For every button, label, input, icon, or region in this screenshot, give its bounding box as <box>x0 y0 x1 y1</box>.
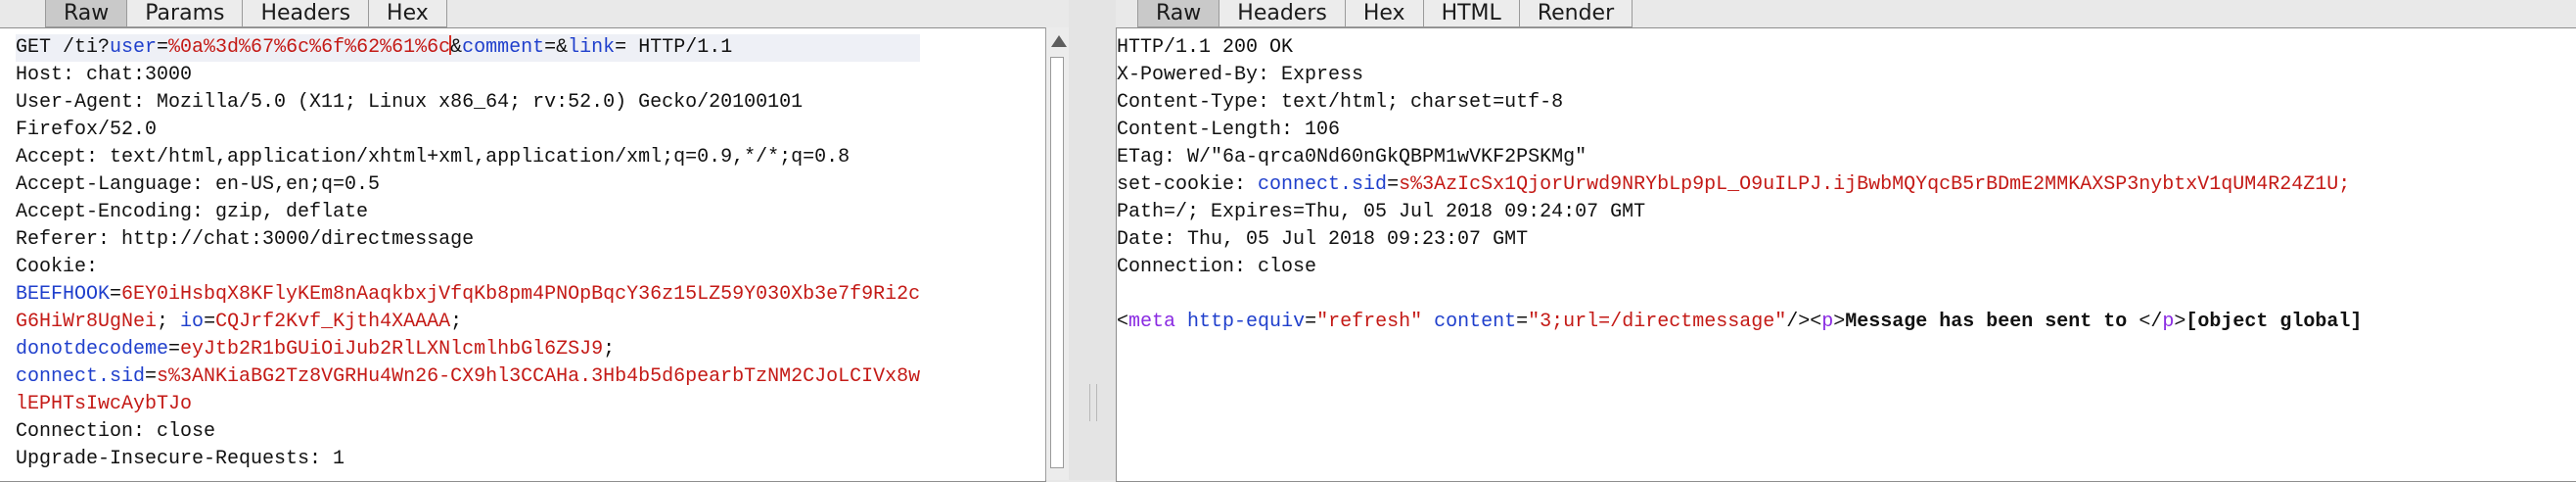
header-referer: Referer: http://chat:3000/directmessage <box>16 228 475 251</box>
cookie-value: G6HiWr8UgNei <box>16 311 158 333</box>
html-punct: />< <box>1786 311 1822 333</box>
request-tab-bar: Raw Params Headers Hex <box>45 0 447 27</box>
scroll-up-arrow-icon[interactable] <box>1051 35 1067 47</box>
cookie-value: CQJrf2Kvf_Kjth4XAAAA <box>215 311 451 333</box>
html-attr-value: "3;url=/directmessage" <box>1528 311 1787 333</box>
cookie-sep: ; <box>157 311 181 333</box>
split-pane-divider[interactable] <box>1069 0 1116 480</box>
request-method: GET /ti? <box>16 36 111 59</box>
scroll-thumb[interactable] <box>1050 57 1064 468</box>
request-line: GET /ti?user=%0a%3d%67%6c%6f%62%61%6c&co… <box>16 34 921 62</box>
html-punct: = <box>1516 311 1529 333</box>
html-space <box>1422 311 1434 333</box>
divider-grip-icon[interactable] <box>1089 384 1097 421</box>
tab-response-hex[interactable]: Hex <box>1345 0 1424 27</box>
set-cookie-label: set-cookie: <box>1117 173 1259 196</box>
cookie-value: s%3ANKiaBG2Tz8VGRHu4Wn26-CX9hl3CCAHa.3Hb… <box>157 365 921 388</box>
header-set-cookie-path: Path=/; Expires=Thu, 05 Jul 2018 09:24:0… <box>1117 201 1646 223</box>
cookie-beefhook-cont-line: G6HiWr8UgNei; io=CQJrf2Kvf_Kjth4XAAAA; <box>16 309 920 336</box>
response-pane: Raw Headers Hex HTML Render HTTP/1.1 200… <box>1116 0 2576 482</box>
tab-response-render[interactable]: Render <box>1519 0 1633 27</box>
header-date: Date: Thu, 05 Jul 2018 09:23:07 GMT <box>1117 228 1529 251</box>
response-tab-bar: Raw Headers Hex HTML Render <box>1137 0 1633 27</box>
cookie-name: BEEFHOOK <box>16 283 111 306</box>
header-content-type: Content-Type: text/html; charset=utf-8 <box>1117 91 1564 114</box>
param-user-value: %0a%3d%67%6c%6f%62%61%6c <box>168 36 451 59</box>
header-accept-language: Accept-Language: en-US,en;q=0.5 <box>16 173 381 196</box>
tab-request-raw[interactable]: Raw <box>45 0 128 27</box>
header-accept: Accept: text/html,application/xhtml+xml,… <box>16 146 851 169</box>
header-connection: Connection: close <box>16 420 216 443</box>
html-attr-name: http-equiv <box>1187 311 1306 333</box>
header-cookie-label: Cookie: <box>16 256 99 278</box>
html-tag-p: p <box>1821 311 1834 333</box>
html-punct: = <box>1305 311 1317 333</box>
header-accept-encoding: Accept-Encoding: gzip, deflate <box>16 201 369 223</box>
cookie-name: io <box>180 311 205 333</box>
html-tag-p: p <box>2162 311 2175 333</box>
response-text[interactable]: HTTP/1.1 200 OK X-Powered-By: Express Cont… <box>1117 34 2362 336</box>
cookie-connect-sid-cont-line: lEPHTsIwcAybTJo <box>16 391 920 418</box>
html-punct: < <box>1117 311 1129 333</box>
header-host: Host: chat:3000 <box>16 64 193 86</box>
param-eq: = <box>157 36 169 59</box>
header-etag: ETag: W/"6a-qrca0Nd60nGkQBPM1wVKF2PSKMg" <box>1117 146 1587 169</box>
request-protocol: HTTP/1.1 <box>626 36 733 59</box>
html-attr-value: "refresh" <box>1316 311 1423 333</box>
tab-response-headers[interactable]: Headers <box>1219 0 1346 27</box>
cookie-value: 6EY0iHsbqX8KFlyKEm8nAaqkbxjVfqKb8pm4PNOp… <box>121 283 921 306</box>
cookie-value: s%3AzIcSx1QjorUrwd9NRYbLp9pL_O9uILPJ.ijB… <box>1399 173 2351 196</box>
param-sep: & <box>450 36 463 59</box>
response-body: <meta http-equiv="refresh" content="3;ur… <box>1117 309 2362 336</box>
request-editor[interactable]: GET /ti?user=%0a%3d%67%6c%6f%62%61%6c&co… <box>0 27 1046 482</box>
header-user-agent: User-Agent: Mozilla/5.0 (X11; Linux x86_… <box>16 91 804 114</box>
html-punct: </ <box>2139 311 2163 333</box>
request-pane: Raw Params Headers Hex GET /ti?user=%0a%… <box>0 0 1070 482</box>
param-link-name: link <box>568 36 616 59</box>
request-scrollbar[interactable] <box>1045 27 1070 480</box>
html-space <box>1175 311 1187 333</box>
cookie-value: eyJtb2R1bGUiOiJub2RlLXNlcmlhbGl6ZSJ9 <box>180 338 604 361</box>
request-text[interactable]: GET /ti?user=%0a%3d%67%6c%6f%62%61%6c&co… <box>16 34 921 473</box>
cookie-eq: = <box>110 283 122 306</box>
header-user-agent-cont: Firefox/52.0 <box>16 119 158 141</box>
param-eq: = <box>544 36 557 59</box>
cookie-eq: = <box>168 338 181 361</box>
header-set-cookie: set-cookie: connect.sid=s%3AzIcSx1QjorUr… <box>1117 171 2362 199</box>
cookie-name: connect.sid <box>16 365 146 388</box>
body-text-object-global: [object global] <box>2185 311 2363 333</box>
header-upgrade-insecure: Upgrade-Insecure-Requests: 1 <box>16 448 345 470</box>
html-punct: > <box>1833 311 1846 333</box>
header-x-powered-by: X-Powered-By: Express <box>1117 64 1364 86</box>
cookie-value: lEPHTsIwcAybTJo <box>16 393 193 415</box>
tab-request-params[interactable]: Params <box>127 0 244 27</box>
header-connection: Connection: close <box>1117 256 1317 278</box>
html-tag-meta: meta <box>1128 311 1176 333</box>
cookie-sep: ; <box>450 311 463 333</box>
body-text: Message has been sent to <box>1845 311 2139 333</box>
cookie-eq: = <box>1387 173 1400 196</box>
cookie-beefhook-line: BEEFHOOK=6EY0iHsbqX8KFlyKEm8nAaqkbxjVfqK… <box>16 281 920 309</box>
cookie-connect-sid-line: connect.sid=s%3ANKiaBG2Tz8VGRHu4Wn26-CX9… <box>16 363 920 391</box>
header-content-length: Content-Length: 106 <box>1117 119 1341 141</box>
cookie-sep: ; <box>603 338 616 361</box>
tab-response-html[interactable]: HTML <box>1423 0 1520 27</box>
cookie-name: connect.sid <box>1258 173 1388 196</box>
tab-response-raw[interactable]: Raw <box>1137 0 1220 27</box>
cookie-eq: = <box>145 365 158 388</box>
cookie-donotdecodeme-line: donotdecodeme=eyJtb2R1bGUiOiJub2RlLXNlcm… <box>16 336 920 363</box>
cookie-eq: = <box>204 311 216 333</box>
html-attr-name: content <box>1434 311 1517 333</box>
param-user-name: user <box>110 36 158 59</box>
param-comment-name: comment <box>462 36 545 59</box>
tab-request-headers[interactable]: Headers <box>243 0 370 27</box>
param-eq: = <box>615 36 627 59</box>
cookie-name: donotdecodeme <box>16 338 169 361</box>
tab-request-hex[interactable]: Hex <box>369 0 447 27</box>
param-sep: & <box>556 36 569 59</box>
html-punct: > <box>2174 311 2186 333</box>
response-status-line: HTTP/1.1 200 OK <box>1117 36 1294 59</box>
response-editor[interactable]: HTTP/1.1 200 OK X-Powered-By: Express Cont… <box>1116 27 2576 482</box>
